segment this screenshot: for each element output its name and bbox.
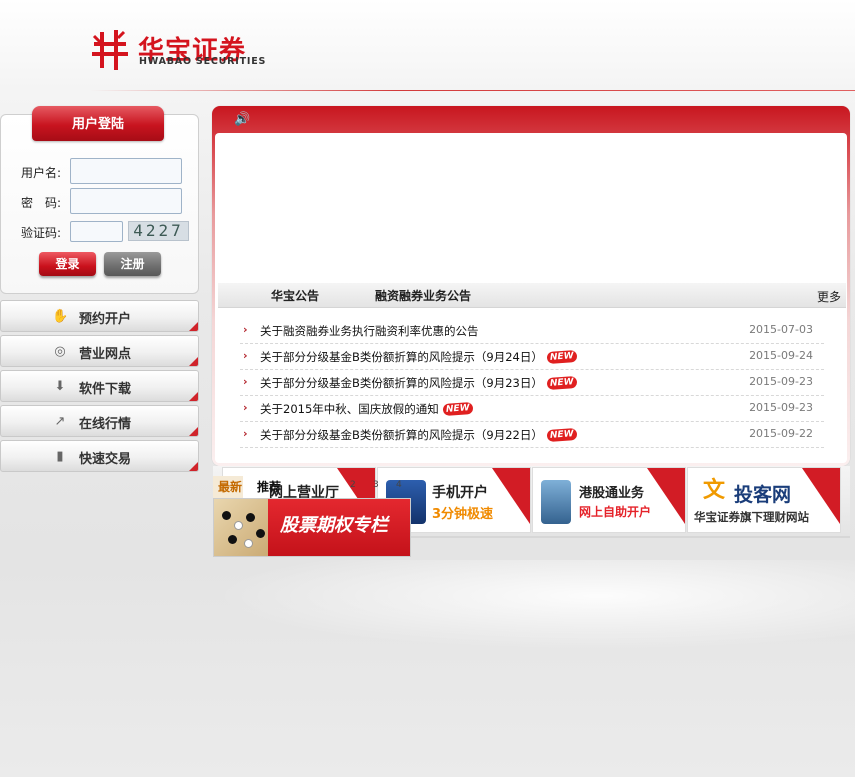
- arrow-icon: ›: [243, 375, 248, 388]
- header-divider: [90, 90, 855, 91]
- news-item[interactable]: › 关于2015年中秋、国庆放假的通知 NEW 2015-09-23: [240, 396, 824, 422]
- news-title[interactable]: 关于部分分级基金B类份额折算的风险提示（9月22日） NEW: [260, 427, 577, 443]
- corner-accent: [492, 468, 530, 524]
- news-title[interactable]: 关于融资融券业务执行融资利率优惠的公告: [260, 323, 479, 339]
- logo-text-en: HWABAO SECURITIES: [139, 56, 267, 67]
- news-item[interactable]: › 关于部分分级基金B类份额折算的风险提示（9月23日） NEW 2015-09-…: [240, 370, 824, 396]
- hwabao-logo-icon: [92, 30, 128, 70]
- corner-accent: [189, 322, 198, 331]
- sidebar-item-label: 营业网点: [79, 347, 132, 362]
- promo-title: 港股通业务: [579, 486, 645, 501]
- speaker-icon[interactable]: 🔊: [234, 112, 250, 127]
- captcha-image[interactable]: 4227: [128, 221, 189, 241]
- news-date: 2015-09-23: [749, 401, 813, 414]
- promo-touke[interactable]: 文 投客网 华宝证券旗下理财网站: [687, 467, 841, 533]
- news-item[interactable]: › 关于部分分级基金B类份额折算的风险提示（9月22日） NEW 2015-09-…: [240, 422, 824, 448]
- runner-icon: 文: [702, 478, 725, 503]
- go-stone: [222, 511, 231, 520]
- new-badge: NEW: [442, 401, 473, 417]
- go-board-image: [214, 499, 274, 556]
- go-stone: [228, 535, 237, 544]
- new-badge: NEW: [546, 349, 577, 365]
- go-stone: [234, 521, 243, 530]
- news-title[interactable]: 关于2015年中秋、国庆放假的通知 NEW: [260, 401, 473, 417]
- tab-margin-notice[interactable]: 融资融券业务公告: [375, 287, 471, 304]
- sidebar-item-appointment[interactable]: ✋ 预约开户: [0, 300, 199, 332]
- banner-text: 股票期权专栏: [280, 515, 388, 536]
- sidebar-item-quotes[interactable]: ↗ 在线行情: [0, 405, 199, 437]
- more-link[interactable]: 更多: [817, 288, 841, 305]
- news-item[interactable]: › 关于融资融券业务执行融资利率优惠的公告 2015-07-03: [240, 318, 824, 344]
- corner-accent: [189, 427, 198, 436]
- tab-hwabao-notice[interactable]: 华宝公告: [271, 287, 319, 304]
- globe-icon: ◎: [54, 344, 66, 359]
- promo-subtitle: 华宝证券旗下理财网站: [694, 510, 809, 524]
- promo-subtitle: 网上自助开户: [579, 505, 652, 519]
- register-button[interactable]: 注册: [104, 252, 161, 276]
- password-input[interactable]: [70, 188, 182, 214]
- sidebar-item-trade[interactable]: ▮ 快速交易: [0, 440, 199, 472]
- bar-chart-icon: ▮: [56, 449, 64, 464]
- promo-title: 手机开户: [432, 485, 488, 501]
- scrolling-banner-area: [218, 136, 844, 280]
- promo-title: 投客网: [734, 484, 792, 506]
- sidebar-item-label: 快速交易: [79, 452, 132, 467]
- new-badge: NEW: [546, 375, 577, 391]
- go-stone: [256, 529, 265, 538]
- corner-accent: [647, 468, 685, 524]
- promo-hk-connect[interactable]: 港股通业务 网上自助开户: [532, 467, 686, 533]
- corner-accent: [189, 392, 198, 401]
- login-title: 用户登陆: [32, 106, 164, 141]
- news-title[interactable]: 关于部分分级基金B类份额折算的风险提示（9月24日） NEW: [260, 349, 577, 365]
- sidebar-item-branches[interactable]: ◎ 营业网点: [0, 335, 199, 367]
- captcha-label: 验证码:: [21, 226, 62, 240]
- login-button[interactable]: 登录: [39, 252, 96, 276]
- chart-up-icon: ↗: [54, 414, 66, 429]
- sidebar-item-label: 软件下载: [79, 382, 132, 397]
- new-badge: NEW: [546, 427, 577, 443]
- arrow-icon: ›: [243, 401, 248, 414]
- sidebar-item-label: 在线行情: [79, 417, 132, 432]
- download-icon: ⬇: [54, 379, 66, 394]
- go-stone: [244, 539, 253, 548]
- sidebar-item-download[interactable]: ⬇ 软件下载: [0, 370, 199, 402]
- arrow-icon: ›: [243, 349, 248, 362]
- arrow-icon: ›: [243, 427, 248, 440]
- stock-options-banner[interactable]: 股票期权专栏: [213, 498, 411, 557]
- tab-recommend[interactable]: 推荐: [257, 478, 281, 495]
- skyline-icon: [541, 480, 571, 524]
- page-number[interactable]: 3: [373, 480, 379, 490]
- sidebar-item-label: 预约开户: [79, 312, 132, 327]
- captcha-input[interactable]: [70, 221, 123, 242]
- go-stone: [246, 513, 255, 522]
- tab-latest[interactable]: 最新: [218, 478, 242, 495]
- corner-accent: [189, 462, 198, 471]
- password-label: 密 码:: [21, 196, 62, 210]
- page-number[interactable]: 4: [396, 480, 402, 490]
- corner-accent: [189, 357, 198, 366]
- username-input[interactable]: [70, 158, 182, 184]
- username-label: 用户名:: [21, 166, 62, 180]
- page-number[interactable]: 2: [350, 480, 356, 490]
- news-date: 2015-09-23: [749, 375, 813, 388]
- news-date: 2015-07-03: [749, 323, 813, 336]
- news-title[interactable]: 关于部分分级基金B类份额折算的风险提示（9月23日） NEW: [260, 375, 577, 391]
- header: 华宝证券 HWABAO SECURITIES: [0, 0, 855, 92]
- promo-subtitle: 3分钟极速: [432, 507, 494, 522]
- news-date: 2015-09-22: [749, 427, 813, 440]
- handshake-icon: ✋: [52, 309, 69, 324]
- arrow-icon: ›: [243, 323, 248, 336]
- news-item[interactable]: › 关于部分分级基金B类份额折算的风险提示（9月24日） NEW 2015-09-…: [240, 344, 824, 370]
- news-date: 2015-09-24: [749, 349, 813, 362]
- decorative-glow: [213, 560, 855, 650]
